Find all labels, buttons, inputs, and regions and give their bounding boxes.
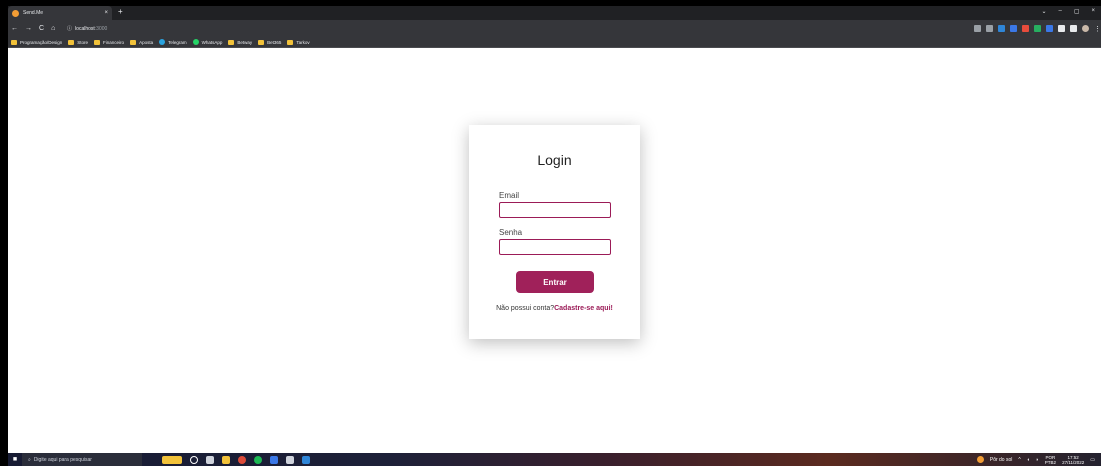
browser-toolbar: ← → C ⌂ ⓘ localhost :3000 ⋮	[8, 20, 1101, 37]
taskbar: ■ ⌕ Digite aqui para pesquisar Pôr do so…	[8, 453, 1101, 466]
password-field[interactable]	[499, 239, 611, 255]
close-window-button[interactable]: ×	[1091, 8, 1095, 15]
search-icon: ⌕	[28, 456, 31, 463]
info-icon[interactable]: ⓘ	[67, 25, 72, 32]
bookmark-telegram[interactable]: Telegram	[159, 39, 187, 45]
extension-icon[interactable]	[998, 25, 1005, 32]
sidepanel-icon[interactable]	[1070, 25, 1077, 32]
extensions-area: ⋮	[974, 25, 1101, 33]
favicon-icon	[12, 9, 19, 17]
tab-close-icon[interactable]: ×	[104, 10, 108, 16]
language-indicator[interactable]: POR PTB2	[1045, 455, 1056, 465]
weather-text[interactable]: Pôr do sol	[990, 457, 1013, 463]
home-button[interactable]: ⌂	[51, 25, 55, 32]
weather-icon	[976, 456, 984, 463]
back-button[interactable]: ←	[11, 25, 18, 32]
page-content: Login Email Senha Entrar Não possui cont…	[8, 48, 1101, 453]
login-card: Login Email Senha Entrar Não possui cont…	[469, 125, 640, 339]
address-bar[interactable]: ⓘ localhost :3000	[67, 23, 974, 34]
tab-strip: Send.Me × + ⌄ – ▢ ×	[8, 6, 1101, 20]
page-title: Login	[537, 152, 572, 168]
app-icon[interactable]	[286, 455, 294, 464]
signup-prompt: Não possui conta?	[496, 305, 555, 312]
signup-row: Não possui conta?Cadastre-se aqui!	[469, 305, 640, 312]
signup-link[interactable]: Cadastre-se aqui!	[554, 305, 613, 312]
menu-icon[interactable]: ⋮	[1094, 25, 1101, 33]
system-tray: Pôr do sol ^ ◖ ◗ POR PTB2 17:52 27/11/20…	[976, 455, 1101, 465]
email-label: Email	[499, 191, 520, 200]
network-icon[interactable]: ◖	[1027, 457, 1030, 463]
password-label: Senha	[499, 228, 523, 237]
folder-icon	[228, 39, 235, 45]
taskbar-search[interactable]: ⌕ Digite aqui para pesquisar	[22, 453, 142, 466]
cortana-icon[interactable]	[190, 455, 198, 464]
extension-icon[interactable]	[1046, 25, 1053, 32]
task-view-icon[interactable]	[206, 455, 214, 464]
chevron-up-icon[interactable]: ^	[1018, 457, 1020, 463]
clock[interactable]: 17:52 27/11/2022	[1062, 455, 1084, 465]
bookmark-financeiro[interactable]: Financeiro	[94, 39, 124, 45]
forward-button[interactable]: →	[25, 25, 32, 32]
extension-icon[interactable]	[1022, 25, 1029, 32]
whatsapp-icon	[192, 39, 199, 45]
email-field[interactable]	[499, 202, 611, 218]
volume-icon[interactable]: ◗	[1036, 457, 1039, 463]
chrome-icon[interactable]	[238, 455, 246, 464]
extension-icon[interactable]	[1010, 25, 1017, 32]
avatar[interactable]	[1082, 25, 1089, 32]
minimize-button[interactable]: –	[1058, 8, 1061, 15]
search-placeholder: Digite aqui para pesquisar	[33, 456, 92, 463]
bookmark-programacao[interactable]: Programação/Design	[11, 39, 62, 45]
bookmark-bet365[interactable]: Bet365	[258, 39, 281, 45]
puzzle-icon[interactable]	[1058, 25, 1065, 32]
url-port: :3000	[94, 25, 108, 32]
bookmark-aposta[interactable]: Aposta	[130, 39, 153, 45]
new-tab-button[interactable]: +	[118, 7, 123, 16]
windows-start-icon[interactable]: ■	[8, 456, 22, 463]
folder-icon	[11, 39, 17, 45]
window-controls: ⌄ – ▢ ×	[1041, 8, 1095, 15]
folder-icon	[130, 39, 137, 45]
extension-icon[interactable]	[1034, 25, 1041, 32]
file-explorer-icon[interactable]	[222, 455, 230, 464]
bookmark-whatsapp[interactable]: WhatsApp	[192, 39, 222, 45]
bookmarks-bar: Programação/Design Store Financeiro Apos…	[8, 37, 1101, 48]
app-icon[interactable]	[270, 455, 278, 464]
bookmark-betway[interactable]: Betway	[228, 39, 252, 45]
folder-icon	[287, 39, 294, 45]
screen: Send.Me × + ⌄ – ▢ × ← → C ⌂ ⓘ localhost …	[0, 0, 1101, 466]
reload-button[interactable]: C	[39, 25, 44, 32]
taskbar-apps	[162, 455, 310, 464]
vscode-icon[interactable]	[302, 455, 310, 464]
folder-icon	[258, 39, 265, 45]
star-icon[interactable]	[986, 25, 993, 32]
tab-sendme[interactable]: Send.Me ×	[8, 6, 112, 20]
notification-icon[interactable]: ▭	[1090, 457, 1095, 463]
bookmark-store[interactable]: Store	[68, 39, 88, 45]
login-button[interactable]: Entrar	[516, 271, 594, 293]
widget-icon[interactable]	[162, 455, 182, 464]
nav-buttons: ← → C ⌂	[8, 25, 67, 32]
url-host: localhost	[75, 25, 95, 32]
folder-icon	[94, 39, 101, 45]
spotify-icon[interactable]	[254, 455, 262, 464]
telegram-icon	[159, 39, 166, 45]
bookmark-tarkov[interactable]: Tarkov	[287, 39, 310, 45]
maximize-button[interactable]: ▢	[1074, 8, 1080, 15]
share-icon[interactable]	[974, 25, 981, 32]
folder-icon	[68, 39, 75, 45]
tab-search-icon[interactable]: ⌄	[1041, 8, 1046, 15]
tab-title: Send.Me	[23, 10, 44, 16]
